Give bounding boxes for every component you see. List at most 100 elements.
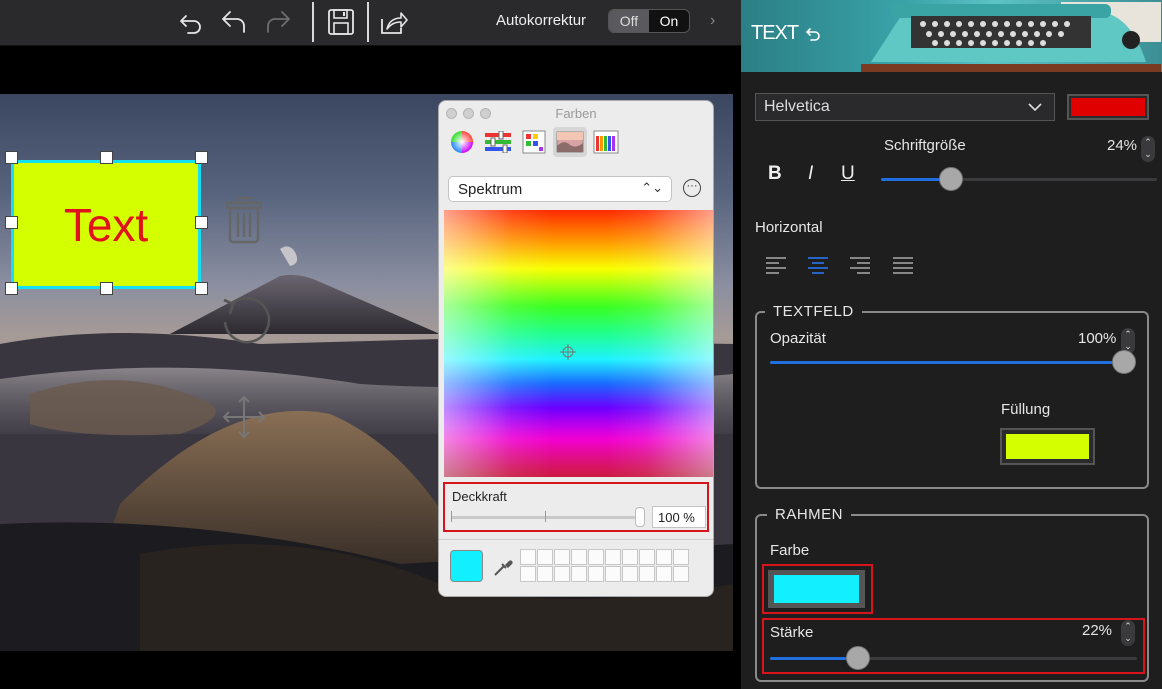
text-box[interactable]: Text <box>11 160 201 289</box>
font-color-fill <box>1071 98 1145 116</box>
empty-swatch[interactable] <box>554 549 570 565</box>
empty-swatch[interactable] <box>554 566 570 582</box>
empty-swatch[interactable] <box>673 566 689 582</box>
empty-swatch[interactable] <box>605 549 621 565</box>
reset-icon[interactable] <box>805 26 821 42</box>
opacity-slider-knob[interactable] <box>635 507 645 527</box>
empty-swatch[interactable] <box>656 566 672 582</box>
color-wheel-icon[interactable] <box>445 127 479 157</box>
fill-color-fill <box>1006 434 1089 459</box>
empty-swatch[interactable] <box>605 566 621 582</box>
resize-handle[interactable] <box>195 151 208 164</box>
font-size-stepper[interactable]: ⌃ ⌄ <box>1141 136 1155 162</box>
frame-color-label: Farbe <box>770 542 810 559</box>
empty-swatch[interactable] <box>673 549 689 565</box>
typewriter-header-image <box>861 2 1161 72</box>
chevron-right-icon[interactable]: › <box>710 12 715 30</box>
empty-swatch[interactable] <box>656 549 672 565</box>
more-options-icon[interactable]: ··· <box>683 179 701 197</box>
empty-swatch[interactable] <box>588 566 604 582</box>
opacity-slider-track[interactable] <box>451 516 635 519</box>
color-spectrum-picker[interactable] <box>444 210 713 477</box>
textfeld-title: TEXTFELD <box>765 303 862 320</box>
color-mode-tabs <box>445 127 623 157</box>
updown-chevron-icon: ⌃⌄ <box>641 180 663 195</box>
italic-button[interactable]: I <box>808 163 813 185</box>
strength-stepper[interactable]: ⌃ ⌄ <box>1121 620 1135 646</box>
empty-swatch[interactable] <box>520 549 536 565</box>
resize-handle[interactable] <box>5 216 18 229</box>
font-size-value: 24% <box>1107 137 1138 154</box>
undo-step-icon[interactable] <box>216 4 250 40</box>
toggle-off-option[interactable]: Off <box>609 10 649 32</box>
save-icon[interactable] <box>324 4 358 40</box>
redo-icon[interactable] <box>262 4 296 40</box>
text-box-content[interactable]: Text <box>64 198 148 252</box>
align-center-icon[interactable] <box>806 255 830 277</box>
resize-handle[interactable] <box>5 151 18 164</box>
image-palettes-icon[interactable] <box>553 127 587 157</box>
empty-swatch[interactable] <box>537 549 553 565</box>
empty-swatch[interactable] <box>639 549 655 565</box>
strength-value: 22% <box>1082 622 1113 639</box>
panel-title: TEXT <box>751 22 799 44</box>
empty-swatch[interactable] <box>571 549 587 565</box>
frame-color-fill <box>774 575 859 603</box>
autokorrektur-toggle[interactable]: Off On <box>608 9 690 33</box>
color-sliders-icon[interactable] <box>481 127 515 157</box>
resize-handle[interactable] <box>195 216 208 229</box>
color-mode-dropdown[interactable]: Spektrum ⌃⌄ <box>448 176 672 202</box>
align-justify-icon[interactable] <box>891 255 915 277</box>
empty-swatch[interactable] <box>588 549 604 565</box>
empty-swatch[interactable] <box>639 566 655 582</box>
custom-swatches-grid <box>520 549 689 582</box>
color-mode-value: Spektrum <box>458 181 523 198</box>
font-family-dropdown[interactable]: Helvetica <box>755 93 1055 121</box>
move-icon[interactable] <box>220 394 268 440</box>
resize-handle[interactable] <box>100 151 113 164</box>
fill-label: Füllung <box>1001 401 1051 418</box>
font-size-slider[interactable] <box>881 167 1157 191</box>
frame-color-swatch[interactable] <box>768 570 865 608</box>
toggle-on-option[interactable]: On <box>649 10 689 32</box>
app-window: Autokorrektur Off On › Text Farben Spekt… <box>0 0 1162 689</box>
empty-swatch[interactable] <box>622 549 638 565</box>
bold-button[interactable]: B <box>768 163 782 185</box>
font-size-slider-knob[interactable] <box>939 167 963 191</box>
strength-slider[interactable] <box>770 646 1137 670</box>
empty-swatch[interactable] <box>622 566 638 582</box>
resize-handle[interactable] <box>195 282 208 295</box>
rotate-icon[interactable] <box>218 292 272 346</box>
resize-handle[interactable] <box>100 282 113 295</box>
opacity-highlight: Deckkraft 100 % <box>443 482 709 532</box>
share-icon[interactable] <box>376 4 410 40</box>
align-right-icon[interactable] <box>848 255 872 277</box>
slider-tick <box>545 511 546 522</box>
undo-icon[interactable] <box>174 4 208 40</box>
font-color-swatch[interactable] <box>1067 94 1149 120</box>
color-picker-crosshair-icon[interactable] <box>560 344 576 360</box>
empty-swatch[interactable] <box>537 566 553 582</box>
fill-color-swatch[interactable] <box>1000 428 1095 465</box>
color-palettes-icon[interactable] <box>517 127 551 157</box>
panel-header: TEXT <box>741 0 1162 72</box>
font-size-label: Schriftgröße <box>884 137 966 154</box>
resize-handle[interactable] <box>5 282 18 295</box>
align-left-icon[interactable] <box>764 255 788 277</box>
underline-button[interactable]: U <box>841 163 855 185</box>
empty-swatch[interactable] <box>520 566 536 582</box>
opacity-value-field[interactable]: 100 % <box>652 506 706 528</box>
spectrum-shade <box>444 427 713 477</box>
trash-icon[interactable] <box>224 196 264 246</box>
eyedropper-icon[interactable] <box>492 556 514 578</box>
current-color-well[interactable] <box>450 550 483 582</box>
opacity-value: 100% <box>1078 330 1117 347</box>
textfeld-opacity-slider[interactable] <box>770 350 1136 374</box>
color-panel-titlebar[interactable]: Farben <box>439 101 713 125</box>
horizontal-label: Horizontal <box>755 219 823 236</box>
pencils-icon[interactable] <box>589 127 623 157</box>
textfeld-opacity-slider-knob[interactable] <box>1112 350 1136 374</box>
empty-swatch[interactable] <box>571 566 587 582</box>
color-panel: Farben Spektrum ⌃⌄ ··· Deckkraft 100 % <box>438 100 714 597</box>
strength-slider-knob[interactable] <box>846 646 870 670</box>
